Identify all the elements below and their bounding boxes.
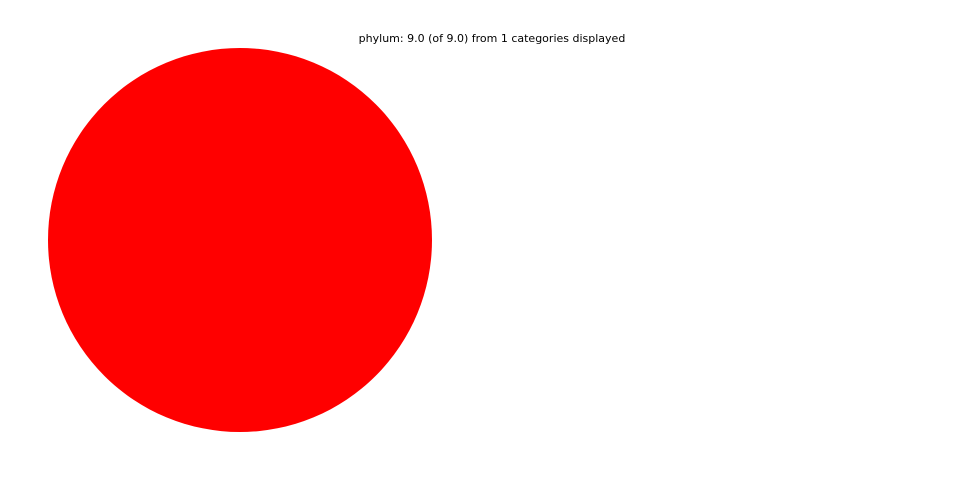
chart-title: phylum: 9.0 (of 9.0) from 1 categories d… [359,32,626,45]
pie-slice-0 [48,48,432,432]
pie-slices [48,48,432,432]
pie-chart: phylum: 9.0 (of 9.0) from 1 categories d… [0,0,960,480]
